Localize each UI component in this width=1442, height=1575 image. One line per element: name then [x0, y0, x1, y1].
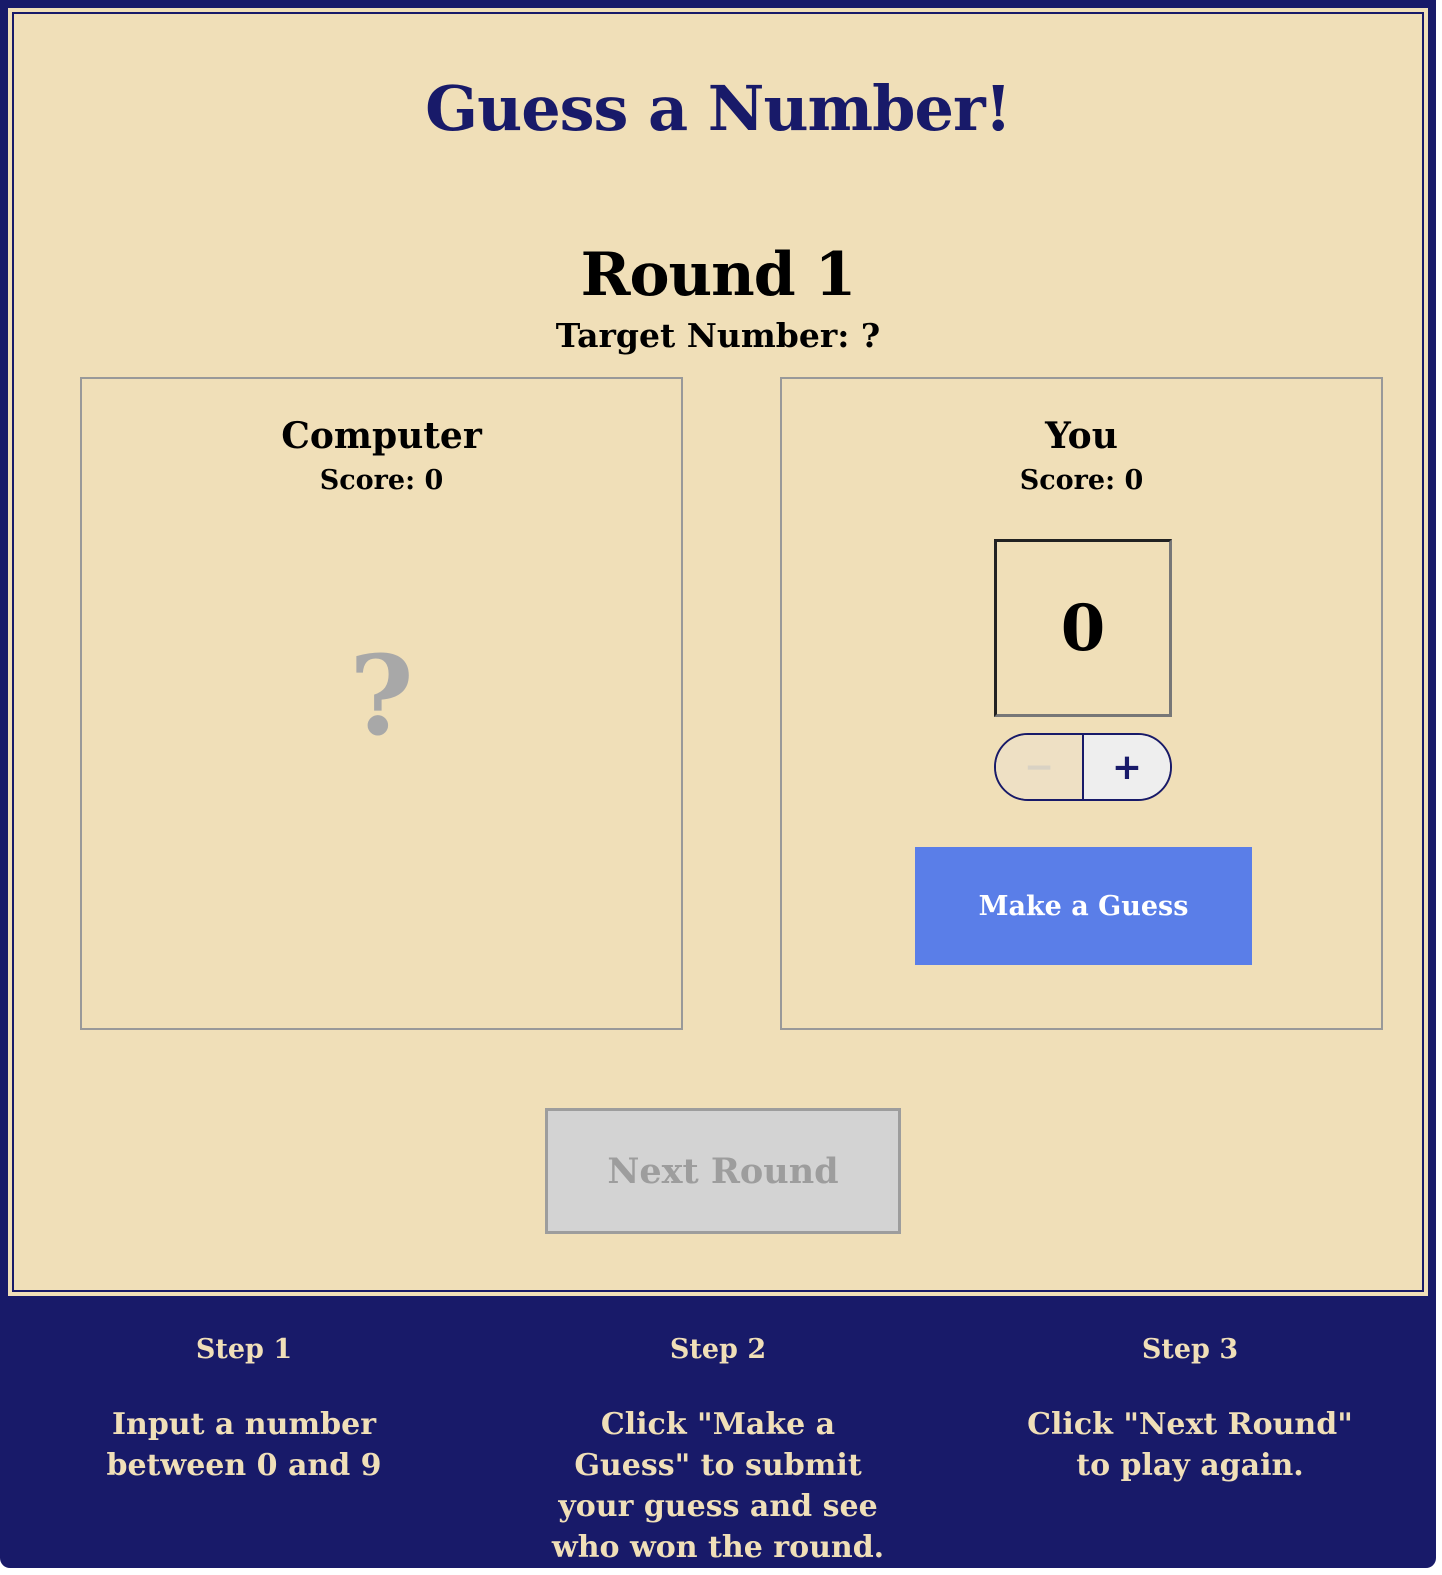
game-board: Guess a Number! Round 1 Target Number: ?… — [6, 6, 1430, 1298]
step-text: Click "Make a Guess" to submit your gues… — [551, 1407, 885, 1565]
make-guess-button[interactable]: Make a Guess — [915, 847, 1252, 965]
computer-panel: Computer Score: 0 ? — [80, 377, 683, 1030]
computer-name: Computer — [281, 415, 482, 457]
next-round-button[interactable]: Next Round — [545, 1108, 901, 1234]
step-1: Step 1 Input a number between 0 and 9 — [64, 1334, 424, 1486]
decrement-button[interactable]: − — [996, 735, 1084, 799]
computer-guess: ? — [349, 631, 414, 760]
player-panel: You Score: 0 − + Make a Guess — [780, 377, 1383, 1030]
round-title: Round 1 — [580, 240, 857, 310]
step-text: Click "Next Round" to play again. — [1027, 1407, 1353, 1483]
guess-input[interactable] — [994, 539, 1172, 717]
step-heading: Step 1 — [195, 1334, 293, 1365]
app-frame: Guess a Number! Round 1 Target Number: ?… — [0, 0, 1436, 1568]
increment-button[interactable]: + — [1084, 735, 1170, 799]
player-score: Score: 0 — [1019, 465, 1144, 496]
step-2: Step 2 Click "Make a Guess" to submit yo… — [538, 1334, 898, 1568]
step-text: Input a number between 0 and 9 — [106, 1407, 382, 1483]
guess-stepper: − + — [994, 733, 1172, 801]
step-3: Step 3 Click "Next Round" to play again. — [1010, 1334, 1370, 1486]
instructions-footer: Step 1 Input a number between 0 and 9 St… — [0, 1298, 1436, 1568]
game-board-inner-border: Guess a Number! Round 1 Target Number: ?… — [12, 12, 1424, 1292]
step-heading: Step 3 — [1141, 1334, 1239, 1365]
target-number: Target Number: ? — [555, 316, 881, 355]
page-title: Guess a Number! — [425, 72, 1012, 145]
step-heading: Step 2 — [669, 1334, 767, 1365]
computer-score: Score: 0 — [319, 465, 444, 496]
player-name: You — [1045, 415, 1118, 457]
